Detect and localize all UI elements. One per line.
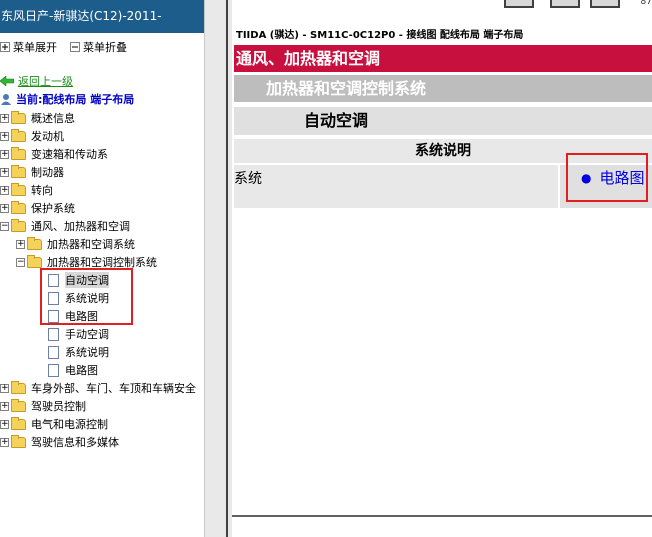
tree-node-protection[interactable]: + 保护系统	[0, 199, 75, 217]
tree-label: 保护系统	[31, 202, 75, 215]
tree-label: 驾驶信息和多媒体	[31, 436, 119, 449]
tree-node-transmission[interactable]: + 变速箱和传动系	[0, 145, 108, 163]
collapse-toggle-icon[interactable]: −	[0, 221, 9, 231]
tree-label: 转向	[31, 184, 53, 197]
document-icon	[48, 345, 59, 359]
folder-icon	[11, 110, 26, 124]
folder-icon	[11, 398, 26, 412]
expand-toggle-icon[interactable]: +	[16, 239, 25, 249]
pane-splitter[interactable]	[204, 0, 232, 537]
collapse-icon	[70, 42, 80, 52]
menu-expand-button[interactable]: 菜单展开	[0, 39, 57, 55]
tree-node-manual-wiring[interactable]: 电路图	[48, 361, 98, 379]
folder-icon	[11, 434, 26, 448]
toolbar-button[interactable]	[550, 0, 580, 8]
expand-icon	[0, 42, 10, 52]
document-icon	[48, 327, 59, 341]
open-folder-icon	[11, 218, 26, 232]
subsection-title: 加热器和空调控制系统	[234, 75, 652, 102]
current-location: 当前:配线布局 端子布局	[0, 91, 134, 107]
annotation-highlight-box	[40, 268, 133, 325]
collapse-toggle-icon[interactable]: −	[16, 257, 25, 267]
expand-toggle-icon[interactable]: +	[0, 383, 9, 393]
folder-icon	[11, 164, 26, 178]
expand-toggle-icon[interactable]: +	[0, 401, 9, 411]
back-arrow-icon	[0, 76, 14, 86]
folder-icon	[11, 416, 26, 430]
tree-node-driver-controls[interactable]: + 驾驶员控制	[0, 397, 86, 415]
menu-expand-label: 菜单展开	[13, 41, 57, 54]
subsubsection-title: 自动空调	[234, 107, 652, 135]
tree-node-engine[interactable]: + 发动机	[0, 127, 64, 145]
current-location-label: 当前:配线布局 端子布局	[16, 93, 135, 106]
back-link-label: 返回上一级	[18, 75, 73, 88]
back-link[interactable]: 返回上一级	[0, 73, 73, 89]
tree-label: 电路图	[65, 364, 98, 377]
folder-icon	[11, 182, 26, 196]
menu-collapse-label: 菜单折叠	[83, 41, 127, 54]
expand-toggle-icon[interactable]: +	[0, 149, 9, 159]
folder-icon	[11, 128, 26, 142]
toolbar: 87	[232, 0, 652, 10]
tree-node-body[interactable]: + 车身外部、车门、车顶和车辆安全	[0, 379, 196, 397]
toolbar-button[interactable]	[590, 0, 620, 8]
folder-icon	[11, 380, 26, 394]
content-pane: 87 TIIDA (骐达) - SM11C-0C12P0 - 接线图 配线布局 …	[232, 0, 652, 537]
user-location-icon	[1, 94, 11, 105]
expand-toggle-icon[interactable]: +	[0, 419, 9, 429]
divider-line	[232, 515, 652, 517]
tree-label: 变速箱和传动系	[31, 148, 108, 161]
app-window: 东风日产-新骐达(C12)-2011- 菜单展开 菜单折叠 返回上一级 当前:配…	[0, 0, 652, 537]
expand-toggle-icon[interactable]: +	[0, 113, 9, 123]
tree-label: 电气和电源控制	[31, 418, 108, 431]
navigation-pane: 东风日产-新骐达(C12)-2011- 菜单展开 菜单折叠 返回上一级 当前:配…	[0, 0, 204, 537]
tree-node-steering[interactable]: + 转向	[0, 181, 53, 199]
document-icon	[48, 363, 59, 377]
page-number: 87	[640, 0, 652, 7]
document-path: TIIDA (骐达) - SM11C-0C12P0 - 接线图 配线布局 端子布…	[236, 30, 524, 41]
menu-collapse-button[interactable]: 菜单折叠	[70, 39, 127, 55]
toolbar-button[interactable]	[504, 0, 534, 8]
expand-toggle-icon[interactable]: +	[0, 203, 9, 213]
tree-node-manual-desc[interactable]: 系统说明	[48, 343, 109, 361]
tree-label: 概述信息	[31, 112, 75, 125]
tree-label: 系统说明	[65, 346, 109, 359]
nav-title: 东风日产-新骐达(C12)-2011-	[0, 0, 204, 33]
expand-toggle-icon[interactable]: +	[0, 131, 9, 141]
row-label: 系统	[234, 171, 262, 187]
folder-icon	[27, 236, 42, 250]
tree-node-driver-info[interactable]: + 驾驶信息和多媒体	[0, 433, 119, 451]
section-title: 通风、加热器和空调	[234, 45, 652, 72]
tree-label: 制动器	[31, 166, 64, 179]
expand-toggle-icon[interactable]: +	[0, 167, 9, 177]
tree-node-electrical[interactable]: + 电气和电源控制	[0, 415, 108, 433]
tree-node-brakes[interactable]: + 制动器	[0, 163, 64, 181]
tree-node-manual-ac[interactable]: 手动空调	[48, 325, 109, 343]
folder-icon	[11, 146, 26, 160]
tree-label: 发动机	[31, 130, 64, 143]
tree-node-hvac[interactable]: − 通风、加热器和空调	[0, 217, 130, 235]
annotation-highlight-box	[566, 153, 648, 202]
tree-label: 车身外部、车门、车顶和车辆安全	[31, 382, 196, 395]
tree-label: 加热器和空调系统	[47, 238, 135, 251]
folder-icon	[11, 200, 26, 214]
open-folder-icon	[27, 254, 42, 268]
expand-toggle-icon[interactable]: +	[0, 437, 9, 447]
tree-node-overview[interactable]: + 概述信息	[0, 109, 75, 127]
tree-label: 通风、加热器和空调	[31, 220, 130, 233]
tree-label: 驾驶员控制	[31, 400, 86, 413]
tree-label: 手动空调	[65, 328, 109, 341]
expand-toggle-icon[interactable]: +	[0, 185, 9, 195]
tree-node-hvac-system[interactable]: + 加热器和空调系统	[16, 235, 135, 253]
